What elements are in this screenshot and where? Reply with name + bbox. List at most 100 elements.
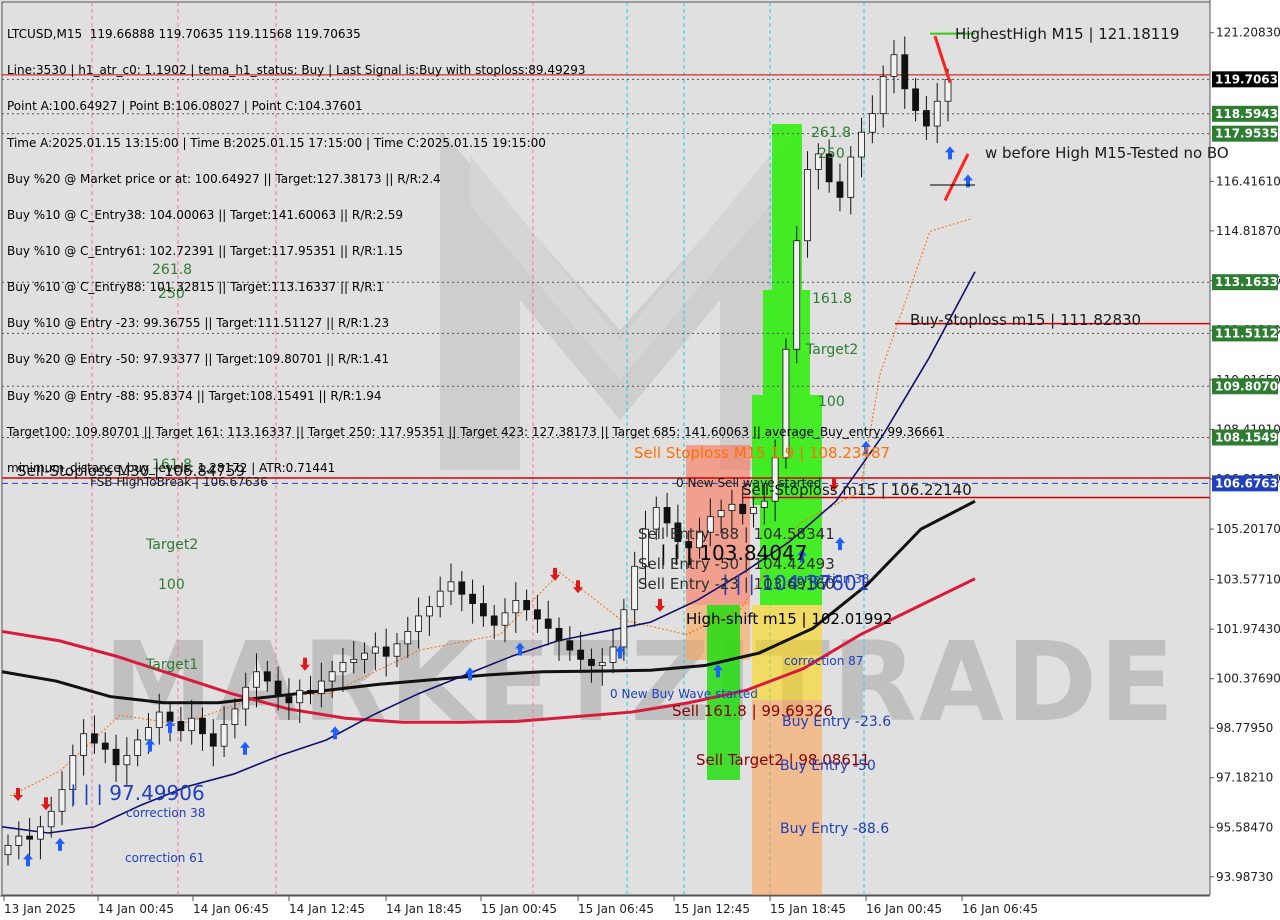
candle-bull: [598, 662, 606, 666]
candle-bull: [123, 755, 131, 766]
candle-bear: [490, 615, 498, 626]
candle-bull: [404, 631, 412, 645]
candle-bear: [739, 503, 747, 515]
watermark-text: MARKETZITRADE: [104, 618, 1177, 746]
time-tick-label: 15 Jan 12:45: [674, 902, 750, 916]
time-tick-label: 14 Jan 00:45: [98, 902, 174, 916]
chart-annotation: Buy Entry -50: [780, 758, 876, 774]
chart-annotation: correction 38: [126, 806, 205, 820]
chart-annotation: w before High M15-Tested no BO: [985, 144, 1229, 162]
candle-bear: [274, 680, 282, 697]
candle-bull: [393, 643, 401, 657]
candle-bull: [134, 739, 142, 756]
chart-area: MARKETZITRADE HighestHigh M15 | 121.18119…: [0, 0, 1280, 920]
chart-annotation: 100: [158, 577, 185, 593]
candle-bear: [177, 720, 185, 732]
price-tag-label: 119.70635: [1215, 72, 1280, 86]
candle-bull: [188, 717, 196, 732]
price-tag-label: 106.67636: [1215, 476, 1280, 490]
candle-bear: [307, 689, 314, 694]
candle-bull: [37, 826, 44, 840]
candle-bull: [317, 680, 325, 694]
candle-bear: [112, 748, 120, 766]
info-line: Target100: 109.80701 || Target 161: 113.…: [7, 424, 945, 439]
price-tick-label: 114.81870: [1216, 224, 1280, 238]
candle-bull: [728, 503, 736, 511]
time-tick-label: 16 Jan 00:45: [866, 902, 942, 916]
candle-bull: [350, 658, 358, 663]
candle-bear: [91, 733, 98, 744]
time-tick-label: 15 Jan 18:45: [770, 902, 846, 916]
candle-bear: [566, 640, 574, 651]
candle-bear: [663, 507, 671, 524]
candle-bull: [436, 590, 444, 608]
info-line: Buy %10 @ C_Entry61: 102.72391 || Target…: [7, 243, 403, 258]
candle-bear: [263, 671, 271, 682]
candle-bear: [199, 717, 206, 735]
symbol-ohlc: 119.66888 119.70635 119.11568 119.70635: [89, 27, 361, 42]
candle-bull: [15, 835, 23, 846]
price-tick-label: 116.41610: [1216, 174, 1280, 188]
candle-bull: [631, 565, 639, 611]
level-label: HighestHigh M15 | 121.18119: [955, 25, 1179, 43]
price-tick-label: 121.20830: [1216, 26, 1280, 40]
candle-bull: [944, 79, 952, 102]
candle-bull: [145, 727, 152, 741]
price-tick-label: 98.77950: [1216, 721, 1273, 735]
candle-bull: [717, 510, 725, 518]
level-label: 0 New Buy Wave started: [610, 687, 758, 701]
candle-bull: [425, 606, 433, 617]
info-line: Buy %20 @ Entry -50: 97.93377 || Target:…: [7, 352, 390, 367]
candle-bull: [361, 652, 368, 660]
candle-bear: [209, 733, 217, 747]
price-tag-label: 118.59437: [1215, 107, 1280, 121]
time-tick-label: 14 Jan 06:45: [193, 902, 269, 916]
candle-bull: [47, 810, 55, 828]
level-label: Sell Entry -88 | 104.58341: [638, 525, 835, 543]
chart-annotation: Buy Entry -23.6: [782, 714, 891, 730]
candle-bull: [501, 612, 509, 626]
price-tag-label: 111.51127: [1215, 326, 1280, 340]
price-tag-label: 108.15491: [1215, 430, 1280, 444]
candle-bull: [760, 500, 768, 508]
time-tick-label: 15 Jan 00:45: [481, 902, 557, 916]
price-tag-label: 113.16337: [1215, 275, 1280, 289]
price-tick-label: 100.37690: [1216, 672, 1280, 686]
info-line: minimum_distance_buy_levels: 1.28172 | A…: [7, 460, 336, 475]
chart-annotation: correction 61: [125, 851, 204, 865]
candle-bear: [382, 646, 390, 657]
price-tick-label: 97.18210: [1216, 771, 1273, 785]
candle-bear: [588, 658, 595, 666]
level-label: | | | 97.49906: [70, 781, 205, 805]
price-tick-label: 95.58470: [1216, 820, 1273, 834]
chart-annotation: correction 38: [790, 572, 869, 586]
candle-bull: [339, 662, 347, 673]
symbol-name: LTCUSD,M15: [7, 27, 83, 42]
info-line: Buy %10 @ Entry -23: 99.36755 || Target:…: [7, 316, 390, 331]
info-line: Time A:2025.01.15 13:15:00 | Time B:2025…: [7, 135, 546, 150]
candle-bear: [285, 696, 293, 704]
time-tick-label: 13 Jan 2025: [4, 902, 76, 916]
price-tick-label: 105.20170: [1216, 522, 1280, 536]
info-line: Point A:100.64927 | Point B:106.08027 | …: [7, 99, 363, 114]
price-tag-label: 109.80701: [1215, 379, 1280, 393]
candle-bull: [231, 708, 239, 725]
candle-bull: [328, 671, 336, 682]
level-label: Sell Entry -50 | 104.42493: [638, 555, 835, 573]
candle-bear: [577, 649, 585, 660]
candle-bull: [253, 671, 260, 688]
symbol-header-line: LTCUSD,M15 119.66888 119.70635 119.11568…: [7, 28, 945, 40]
candle-bear: [555, 627, 563, 642]
candle-bull: [447, 581, 455, 592]
candle-bear: [26, 835, 34, 840]
candle-bull: [371, 646, 379, 654]
price-tick-label: 93.98730: [1216, 870, 1273, 884]
candle-bear: [534, 609, 541, 620]
candle-bear: [523, 600, 531, 611]
candle-bear: [166, 711, 174, 722]
time-tick-label: 14 Jan 12:45: [289, 902, 365, 916]
info-line: Buy %20 @ Market price or at: 100.64927 …: [7, 171, 441, 186]
candle-bull: [4, 844, 12, 856]
level-label: High-shift m15 | 102.01992: [686, 610, 892, 628]
candle-bull: [58, 789, 66, 812]
